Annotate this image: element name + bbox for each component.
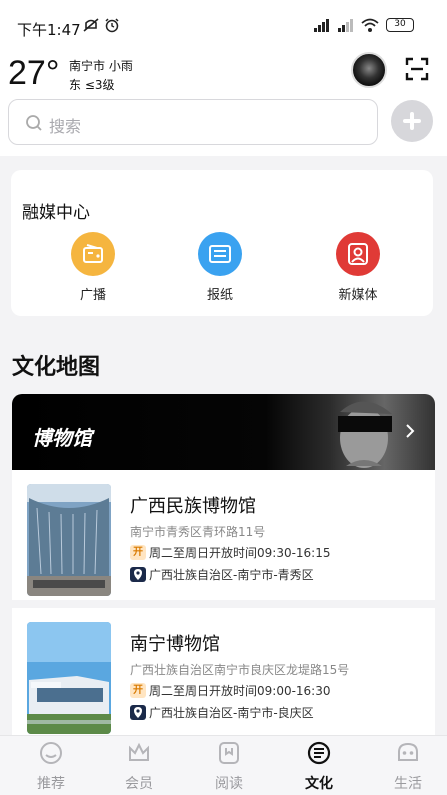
open-tag: 开 — [130, 683, 146, 698]
museum-location-row: 广西壮族自治区-南宁市-青秀区 — [130, 566, 314, 583]
location-pin-icon — [130, 705, 146, 720]
open-tag: 开 — [130, 545, 146, 560]
signal-hd-icon — [314, 19, 329, 32]
museum-banner-title: 博物馆 — [32, 426, 92, 450]
add-button[interactable] — [391, 100, 433, 142]
tab-label: 文化 — [305, 776, 333, 792]
media-item-label: 新媒体 — [338, 288, 378, 303]
museum-hours-row: 开 周二至周日开放时间09:30-16:15 — [130, 544, 331, 561]
weather-city-condition[interactable]: 南宁市 小雨 — [69, 57, 133, 74]
book-icon — [219, 742, 239, 764]
tab-label: 推荐 — [37, 776, 65, 792]
museum-location: 广西壮族自治区-南宁市-青秀区 — [149, 568, 314, 582]
search-icon — [26, 115, 42, 131]
tab-reading[interactable]: 阅读 — [194, 740, 264, 793]
mute-icon — [83, 18, 99, 32]
life-icon — [398, 742, 418, 761]
culture-map-title: 文化地图 — [12, 355, 101, 380]
list-divider — [12, 600, 435, 608]
museum-hours-row: 开 周二至周日开放时间09:00-16:30 — [130, 682, 331, 699]
weather-wind[interactable]: 东 ≤3级 — [69, 76, 115, 93]
media-item-new-media[interactable]: 新媒体 — [318, 232, 398, 303]
museum-hours: 周二至周日开放时间09:30-16:15 — [149, 546, 331, 560]
museum-location-row: 广西壮族自治区-南宁市-良庆区 — [130, 704, 314, 721]
media-item-radio[interactable]: 广播 — [53, 232, 133, 303]
media-item-newspaper[interactable]: 报纸 — [180, 232, 260, 303]
media-center-title: 融媒中心 — [22, 203, 90, 223]
museum-name: 南宁博物馆 — [130, 634, 220, 655]
museum-name: 广西民族博物馆 — [130, 496, 256, 517]
status-bar: 下午1:47 30 — [0, 0, 447, 44]
museum-banner[interactable]: 博物馆 — [12, 394, 435, 470]
signal-icon — [338, 19, 353, 32]
weather-temperature[interactable]: 27° — [8, 54, 59, 93]
museum-list-item[interactable]: 南宁博物馆 广西壮族自治区南宁市良庆区龙堤路15号 开 周二至周日开放时间09:… — [12, 608, 435, 735]
newspaper-icon — [198, 232, 242, 276]
bottom-tab-bar: 推荐 会员 阅读 文化 生活 — [0, 735, 447, 795]
museum-photo — [27, 484, 111, 596]
search-placeholder: 搜索 — [49, 117, 82, 136]
location-pin-icon — [130, 567, 146, 582]
museum-location: 广西壮族自治区-南宁市-良庆区 — [149, 706, 314, 720]
scan-icon[interactable] — [404, 56, 430, 82]
alarm-icon — [105, 18, 119, 33]
museum-address: 广西壮族自治区南宁市良庆区龙堤路15号 — [130, 663, 350, 677]
new-media-icon — [336, 232, 380, 276]
museum-list: 广西民族博物馆 南宁市青秀区青环路11号 开 周二至周日开放时间09:30-16… — [12, 470, 435, 735]
search-input[interactable]: 搜索 — [8, 99, 378, 145]
wifi-icon — [361, 18, 379, 32]
radio-icon — [71, 232, 115, 276]
museum-address: 南宁市青秀区青环路11号 — [130, 525, 266, 539]
museum-list-item[interactable]: 广西民族博物馆 南宁市青秀区青环路11号 开 周二至周日开放时间09:30-16… — [12, 470, 435, 600]
media-item-label: 报纸 — [206, 288, 233, 303]
recommend-icon — [40, 742, 62, 764]
tab-life[interactable]: 生活 — [373, 740, 443, 793]
culture-icon — [307, 741, 331, 765]
chevron-right-icon — [406, 424, 415, 438]
museum-photo — [27, 622, 111, 734]
museum-hours: 周二至周日开放时间09:00-16:30 — [149, 684, 331, 698]
tab-recommend[interactable]: 推荐 — [16, 740, 86, 793]
tab-culture[interactable]: 文化 — [284, 740, 354, 793]
crown-icon — [129, 742, 149, 761]
tab-label: 阅读 — [215, 776, 243, 792]
battery-indicator: 30 — [386, 18, 414, 32]
tab-label: 生活 — [394, 776, 422, 792]
tab-label: 会员 — [125, 776, 153, 792]
media-center-card: 融媒中心 广播 报纸 新媒体 — [11, 170, 433, 316]
media-item-label: 广播 — [79, 288, 106, 303]
tab-member[interactable]: 会员 — [104, 740, 174, 793]
avatar[interactable] — [351, 52, 387, 88]
status-time: 下午1:47 — [17, 21, 81, 39]
